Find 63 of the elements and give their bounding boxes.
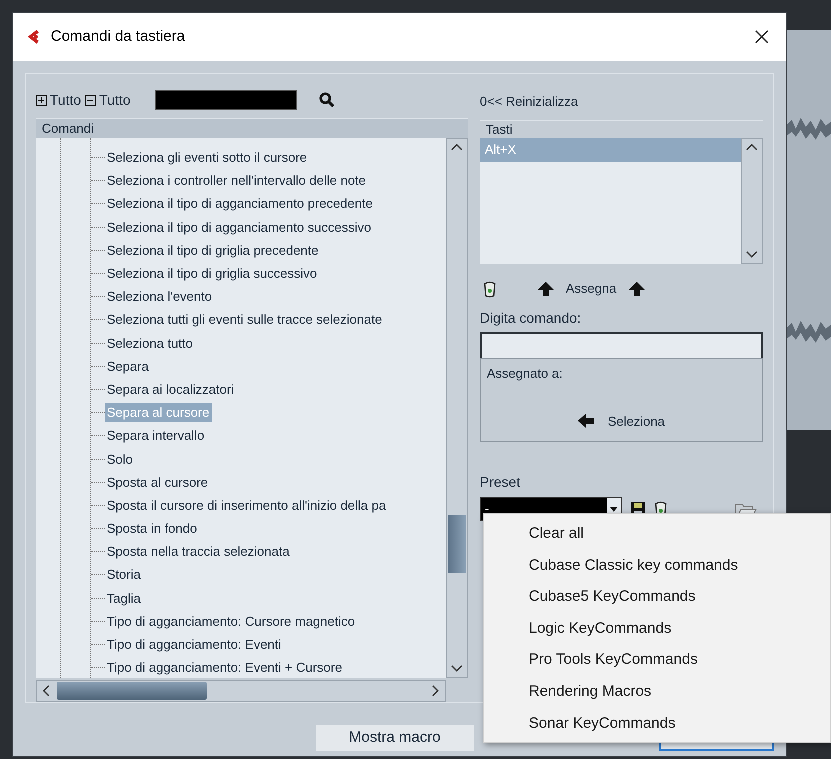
tree-item[interactable]: Sposta il cursore di inserimento all'inizio della pa <box>105 496 388 515</box>
tree-item[interactable]: Seleziona il tipo di griglia successivo <box>105 264 320 284</box>
column-header: Comandi <box>36 118 468 138</box>
scroll-down-icon <box>746 249 758 259</box>
tree-item[interactable]: Sposta nella traccia selezionata <box>105 542 292 562</box>
tree-item[interactable]: Tipo di agganciamento: Cursore magnetico <box>105 612 358 631</box>
expand-all-button[interactable]: Tutto <box>36 90 82 110</box>
tree-item[interactable]: Separa ai localizzatori <box>105 380 236 399</box>
menu-item[interactable]: Pro Tools KeyCommands <box>484 644 830 676</box>
assigned-to-label: Assegnato a: <box>487 365 564 383</box>
up-arrow-icon <box>538 282 554 296</box>
tree-item[interactable]: Seleziona il tipo di agganciamento successivo <box>105 218 374 237</box>
menu-item[interactable]: Sonar KeyCommands <box>484 708 830 740</box>
left-arrow-icon <box>578 414 594 428</box>
tree-item[interactable]: Sposta al cursore <box>105 472 210 492</box>
search-icon <box>318 92 335 108</box>
tree-item[interactable]: Seleziona gli eventi sotto il cursore <box>105 148 310 168</box>
assign-button[interactable]: Assegna <box>538 279 645 299</box>
tree-item[interactable]: Separa <box>105 356 151 376</box>
select-button[interactable]: Seleziona <box>578 412 666 431</box>
dropdown-arrow-icon <box>610 506 618 512</box>
close-icon <box>755 30 769 44</box>
tree-item[interactable]: Tipo di agganciamento: Eventi + Cursore <box>105 658 344 678</box>
scroll-up-icon <box>451 143 463 153</box>
scroll-left-icon <box>42 685 52 697</box>
menu-item[interactable]: Cubase5 KeyCommands <box>484 581 830 613</box>
preset-label: Preset <box>480 473 522 492</box>
tree-item[interactable]: Sposta in fondo <box>105 519 200 538</box>
search-button[interactable] <box>316 90 337 110</box>
scrollbar-thumb[interactable] <box>448 515 466 573</box>
menu-item[interactable]: Logic KeyCommands <box>484 612 830 644</box>
tree-item[interactable]: Seleziona l'evento <box>105 287 214 306</box>
tree-item[interactable]: Seleziona il tipo di agganciamento precedente <box>105 194 375 214</box>
collapse-icon <box>85 94 96 106</box>
scroll-down-icon <box>451 663 463 673</box>
tree-item[interactable]: Solo <box>105 450 136 469</box>
trash-icon <box>483 280 497 298</box>
tree-item[interactable]: Tipo di agganciamento: Eventi <box>105 635 284 654</box>
menu-item[interactable]: Rendering Macros <box>484 676 830 708</box>
expand-icon <box>36 94 47 106</box>
macro-button[interactable]: Mostra macro <box>316 725 474 751</box>
scroll-right-icon <box>430 685 440 697</box>
tree-item[interactable]: Seleziona i controller nell'intervallo delle note <box>105 171 368 190</box>
up-arrow-icon <box>628 282 645 296</box>
horizontal-scrollbar[interactable] <box>36 680 446 702</box>
tree-item[interactable]: Seleziona il tipo di griglia precedente <box>105 240 321 260</box>
tree-item[interactable]: Separa intervallo <box>105 426 207 446</box>
menu-item[interactable]: Clear all <box>484 518 830 550</box>
vertical-scrollbar[interactable] <box>446 138 468 678</box>
search-field[interactable] <box>154 90 297 110</box>
menu-item[interactable]: Cubase Classic key commands <box>484 550 830 582</box>
tree-item[interactable]: Storia <box>105 565 143 584</box>
reset-button[interactable]: 0<< Reinizializza <box>480 88 578 116</box>
window-title: Comandi da tastiera <box>51 26 186 47</box>
collapse-all-button[interactable]: Tutto <box>85 90 131 110</box>
scroll-up-icon <box>746 143 758 153</box>
scrollbar-thumb[interactable] <box>57 682 207 700</box>
command-input-field[interactable] <box>480 332 763 358</box>
tree-item[interactable]: Seleziona tutti gli eventi sulle tracce selezionate <box>105 310 384 330</box>
vertical-scrollbar[interactable] <box>741 138 763 264</box>
field-label: Digita comando: <box>480 309 582 328</box>
tree-item[interactable]: Taglia <box>105 588 143 608</box>
tree-item[interactable]: Seleziona tutto <box>105 334 196 353</box>
